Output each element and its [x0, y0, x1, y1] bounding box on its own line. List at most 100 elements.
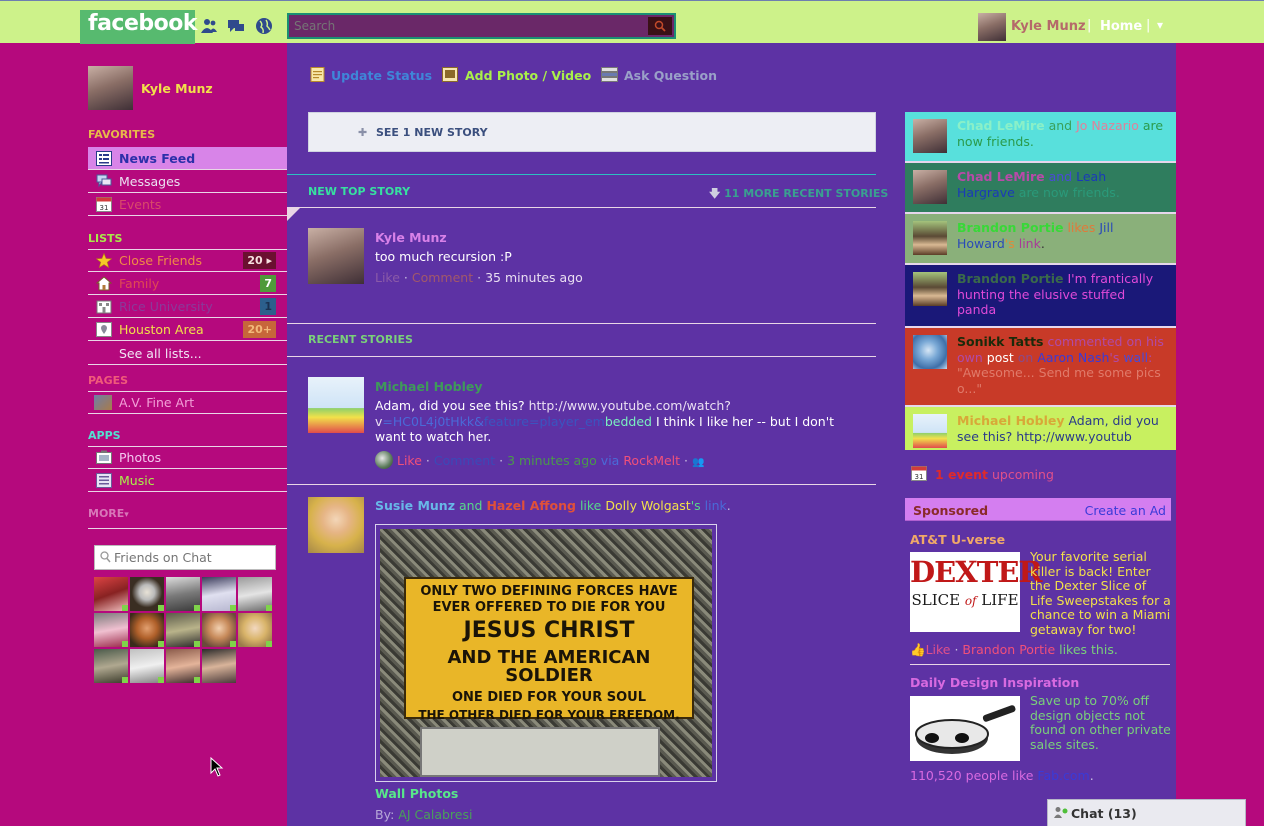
sidebar-item-close-friends[interactable]: Close Friends 20 ▸ — [88, 249, 287, 272]
sidebar-item-label: Messages — [119, 174, 181, 189]
ticker-name[interactable]: Brandon Portie — [957, 271, 1063, 286]
photo-author-link[interactable]: AJ Calabresi — [398, 807, 472, 822]
sidebar-item-photos[interactable]: Photos — [88, 446, 287, 469]
story-link[interactable]: feature=player_em — [484, 414, 605, 429]
ad-image-dexter[interactable]: DEXTER SLICE of LIFE — [910, 552, 1043, 632]
chat-friend-avatar[interactable] — [94, 577, 128, 611]
ticker-item[interactable]: Sonikk Tatts commented on his own post o… — [905, 328, 1176, 407]
chat-friends-grid — [94, 577, 276, 687]
chat-friend-avatar[interactable] — [130, 613, 164, 647]
sidebar-item-family[interactable]: Family 7 — [88, 272, 287, 295]
sidebar-item-events[interactable]: 31 Events — [88, 193, 287, 216]
chat-friend-avatar[interactable] — [94, 649, 128, 683]
see-all-lists-link[interactable]: See all lists... — [119, 346, 202, 361]
sidebar-item-news-feed[interactable]: News Feed — [88, 147, 287, 170]
create-ad-link[interactable]: Create an Ad — [1085, 503, 1166, 518]
online-indicator — [122, 605, 128, 611]
profile-name[interactable]: Kyle Munz — [141, 81, 213, 96]
chat-friend-avatar[interactable] — [238, 613, 272, 647]
home-link[interactable]: Home — [1100, 19, 1142, 34]
ticker-name[interactable]: Sonikk Tatts — [957, 334, 1044, 349]
upcoming-events[interactable]: 1 event upcoming — [935, 467, 1054, 482]
chat-friend-avatar[interactable] — [202, 649, 236, 683]
story-author-avatar[interactable] — [308, 497, 364, 553]
more-recent-stories-link[interactable]: 🡇 11 MORE RECENT STORIES — [709, 185, 888, 204]
chat-friend-avatar[interactable] — [130, 577, 164, 611]
ticker-name[interactable]: Aaron Nash — [1037, 350, 1109, 365]
sidebar-item-rice-university[interactable]: Rice University 1 — [88, 295, 287, 318]
ad-title[interactable]: AT&T U-verse — [910, 532, 1005, 547]
online-indicator — [158, 677, 164, 683]
chat-friend-avatar[interactable] — [94, 613, 128, 647]
chat-bar[interactable]: Chat (13) — [1047, 799, 1246, 826]
story-photo[interactable]: ONLY TWO DEFINING FORCES HAVE EVER OFFER… — [375, 524, 717, 782]
ad-liker-name[interactable]: Brandon Portie — [962, 642, 1055, 657]
story-author-name[interactable]: Kyle Munz — [375, 230, 447, 245]
ticker-item[interactable]: Brandon Portie I'm frantically hunting t… — [905, 265, 1176, 328]
story-owner-name[interactable]: Dolly Wolgast — [605, 498, 690, 513]
star-icon — [95, 252, 113, 269]
ticker-name[interactable]: Chad LeMire — [957, 169, 1045, 184]
ad-page-link[interactable]: Fab.com — [1037, 768, 1089, 783]
story-author-name[interactable]: Hazel Affong — [486, 498, 576, 513]
chat-friend-avatar[interactable] — [238, 577, 272, 611]
ticker-item[interactable]: Chad LeMire and Leah Hargrave are now fr… — [905, 163, 1176, 214]
chat-friend-avatar[interactable] — [166, 613, 200, 647]
account-menu-caret-icon[interactable]: ▾ — [1157, 18, 1163, 32]
ticker-name[interactable]: Brandon Portie — [957, 220, 1063, 235]
ticker-name[interactable]: Jo Nazario — [1076, 118, 1139, 133]
sidebar-item-messages[interactable]: Messages — [88, 170, 287, 193]
like-link[interactable]: Like — [375, 270, 400, 285]
messages-icon[interactable] — [227, 17, 245, 35]
search-button[interactable] — [648, 17, 672, 35]
more-link[interactable]: MORE▾ — [88, 507, 129, 520]
comment-link[interactable]: Comment — [434, 453, 495, 468]
chat-friend-avatar[interactable] — [166, 577, 200, 611]
story-author-avatar[interactable] — [308, 228, 364, 284]
sidebar-item-houston-area[interactable]: Houston Area 20+ — [88, 318, 287, 341]
ticker-item[interactable]: Michael Hobley Adam, did you see this? h… — [905, 407, 1176, 450]
friend-requests-icon[interactable] — [200, 17, 218, 35]
chat-friend-avatar[interactable] — [202, 613, 236, 647]
ticker-name[interactable]: Chad LeMire — [957, 118, 1045, 133]
sidebar-item-av-fine-art[interactable]: A.V. Fine Art — [88, 391, 287, 414]
story-author-avatar[interactable] — [308, 377, 364, 433]
timestamp[interactable]: 3 minutes ago — [507, 453, 597, 468]
facebook-logo[interactable]: facebook — [80, 10, 198, 44]
story-author-name[interactable]: Michael Hobley — [375, 379, 483, 394]
story-author-name[interactable]: Susie Munz — [375, 498, 455, 513]
story-text-part: Adam, did you see this? — [375, 398, 529, 413]
chat-friend-avatar[interactable] — [166, 649, 200, 683]
sidebar-item-music[interactable]: Music — [88, 469, 287, 492]
top-avatar[interactable] — [978, 13, 1006, 41]
search-input[interactable] — [291, 17, 647, 35]
chat-friend-avatar[interactable] — [130, 649, 164, 683]
see-new-story-banner[interactable]: ✚ SEE 1 NEW STORY — [308, 112, 876, 152]
chat-friend-avatar[interactable] — [202, 577, 236, 611]
ticker-avatar — [913, 119, 947, 153]
story-link[interactable]: bedded — [605, 414, 652, 429]
app-link[interactable]: RockMelt — [623, 453, 680, 468]
ticker-link[interactable]: link — [1019, 236, 1041, 251]
ticker-item[interactable]: Brandon Portie likes Jill Howard's link. — [905, 214, 1176, 265]
like-link[interactable]: Like — [397, 453, 422, 468]
comment-link[interactable]: Comment — [412, 270, 473, 285]
ticker-name[interactable]: Michael Hobley — [957, 413, 1065, 428]
ad-title[interactable]: Daily Design Inspiration — [910, 675, 1079, 690]
ad-like-link[interactable]: Like — [926, 642, 951, 657]
ticker-link[interactable]: post — [987, 350, 1014, 365]
notifications-globe-icon[interactable] — [255, 17, 273, 35]
album-link[interactable]: Wall Photos — [375, 786, 458, 801]
sidebar-item-label: Close Friends — [119, 253, 202, 268]
story-link[interactable]: link — [705, 498, 727, 513]
sponsored-header: Sponsored Create an Ad — [905, 498, 1171, 521]
chat-search-input[interactable] — [114, 549, 272, 566]
top-profile-name[interactable]: Kyle Munz — [1011, 19, 1086, 34]
story-link[interactable]: =HC0L4j0tHkk& — [382, 414, 483, 429]
ad-image-pan[interactable] — [910, 696, 1020, 761]
profile-picture[interactable] — [88, 66, 133, 110]
ticker-quote: "Awesome... Send me some pics o..." — [957, 365, 1161, 396]
ticker-link[interactable]: wall — [1123, 350, 1148, 365]
ticker-item[interactable]: Chad LeMire and Jo Nazario are now frien… — [905, 112, 1176, 163]
timestamp[interactable]: 35 minutes ago — [485, 270, 583, 285]
